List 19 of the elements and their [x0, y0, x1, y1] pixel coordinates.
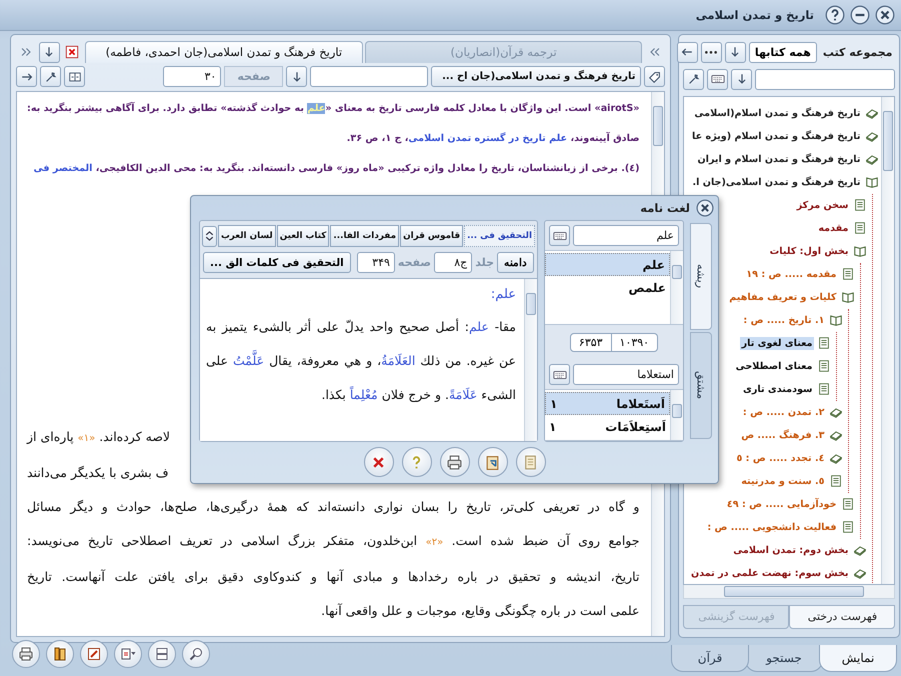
entry-heading: علم: — [490, 287, 516, 302]
page-label: صفحه — [398, 256, 432, 269]
page-label: صفحه — [224, 66, 284, 88]
body-text: تاریخ، اندیشه و تحقیق در باره رخدادها و مبادی آنها و کندوکاوی دقیق برای یافتن علت آنهاست. تاریخ — [27, 568, 640, 586]
footnote-text: «airotS» است. این واژگان با معادل کلمه فارسی تاریخ به معنای «علم به حوادث گذشته» تطابق دارد. برای آگاهی بیشتر بنگرید به: — [27, 101, 640, 116]
dialog-title: لغت نامه — [640, 201, 690, 215]
body-text: ف بشری با یکدیگر می‌دانند — [27, 464, 169, 482]
window-title: تاریخ و تمدن اسلامی — [696, 8, 814, 22]
footnote-text: (٤). برخی از زبانشناسان، تاریخ را معادل واژه ترکیبی «ماه روز» فارسی دانسته‌اند. بنگرید به: محی الدین الکافیجی، المختصر فی — [32, 161, 640, 176]
volume-label: جلد — [475, 256, 494, 269]
collection-label: مجموعه کتب — [822, 46, 894, 59]
entry-text: مقا- علم: أصل صحیح واحد یدلّ على أثر بالشیء یتمیز به عن غیره. من ذلك العَلَامَةُ، و هي معروفة، یقال عَلَّمْتُ على الشیء عَلَامَةً. و خرج فلان مُعْلِماً بكذا. — [206, 318, 516, 404]
body-text: علمی است در باره چگونگی وقایع، موجبات و علل واقعی آنها. — [320, 602, 640, 620]
count-label: ۱۰۳۹۰ — [612, 333, 658, 352]
count-label: ۶۳۵۳ — [570, 333, 612, 352]
body-text: لاصه کرده‌اند. «۱» پاره‌ای از — [27, 428, 170, 446]
footnote-text: صادق آیینه‌وند، علم تاریخ در گستره تمدن اسلامی، ج ۱، ص ۳۶. — [346, 131, 640, 146]
body-text: و گاه در تعریفی کلی‌تر، تاریخ را بسان نواری دانسته‌اند که همهٔ درگیری‌ها، صلح‌ها، حوادث و دیگر مسائل — [27, 498, 640, 516]
body-text: جوامع روی آن ضبط شده است. «۲» ابن‌خلدون، متفکر بزرگ اسلامی در تعریف اصطلاحی تاریخ می‌نویسد: — [27, 532, 640, 550]
